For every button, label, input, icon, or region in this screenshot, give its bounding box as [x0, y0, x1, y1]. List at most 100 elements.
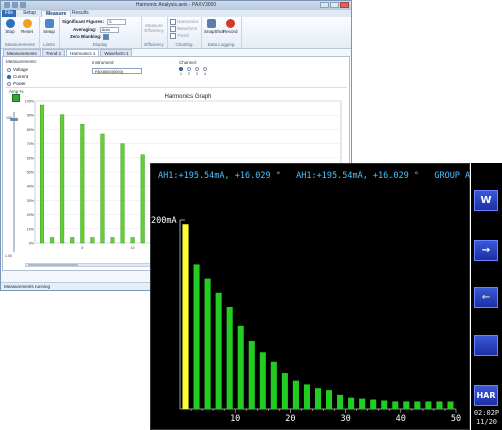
graph-y-tick-label: 10%	[27, 227, 35, 231]
reset-button[interactable]: Reset	[20, 19, 34, 34]
window-title: Harmonic Analysis.aeix - PAXV3000	[135, 2, 217, 8]
scope-x-tick-label: 10	[230, 414, 240, 424]
menu-setup[interactable]: Setup	[19, 10, 40, 17]
minimize-button[interactable]	[320, 2, 329, 8]
clock-date: 11/20	[475, 418, 498, 426]
instrument-softkeys: W → ← HAR 02:02P 11/20	[471, 163, 502, 430]
clock-time: 02:02P	[473, 409, 500, 417]
scope-harmonic-bar	[270, 361, 277, 409]
scope-harmonic-bar	[303, 384, 310, 409]
graph-y-tick-label: 0%	[29, 242, 35, 246]
softkey-har[interactable]: HAR	[474, 385, 498, 406]
harmonics-chart-button[interactable]: Harmonics	[170, 19, 199, 25]
limits-setup-icon	[44, 19, 54, 28]
graph-bar	[110, 237, 115, 244]
graph-y-tick-label: 100%	[25, 100, 35, 104]
softkey-w[interactable]: W	[474, 190, 498, 211]
scope-harmonic-bar	[292, 380, 299, 409]
group-label-data-logging: Data Logging	[207, 42, 235, 47]
softkey-previous[interactable]: ←	[474, 287, 498, 308]
scope-harmonic-bar	[226, 306, 233, 409]
stop-icon	[5, 19, 15, 28]
scrollbar-thumb[interactable]	[28, 264, 78, 266]
maximize-button[interactable]	[330, 2, 339, 8]
panel-divider	[5, 87, 347, 88]
graph-y-tick-label: 60%	[27, 156, 35, 160]
trend-icon	[170, 33, 176, 39]
trend-chart-button[interactable]: Trend	[170, 33, 189, 39]
channel-2-label: 2	[188, 72, 190, 76]
scope-harmonic-bar	[204, 278, 211, 409]
harmonics-icon	[170, 19, 176, 25]
graph-y-tick-label: 70%	[27, 142, 35, 146]
close-button[interactable]	[340, 2, 349, 8]
amp-scale-slider[interactable]	[13, 112, 15, 252]
channel-4-radio[interactable]	[203, 67, 207, 71]
channel-label: Channel:	[179, 60, 198, 65]
snapshot-button[interactable]: SnapShot	[204, 19, 224, 34]
instrument-screen: AH1:+195.54mA, +16.029 ° AH1:+195.54mA, …	[150, 163, 491, 430]
amp-scale-slider-thumb[interactable]	[10, 118, 18, 121]
menu-results[interactable]: Results	[68, 10, 93, 17]
scope-harmonic-bar	[348, 397, 355, 409]
sig-figures-field[interactable]: Significant Figures: 5	[62, 19, 127, 25]
scope-y-dot	[179, 257, 181, 259]
scope-y-label: 200mA	[151, 216, 177, 226]
window-controls	[320, 2, 349, 8]
graph-bar	[70, 237, 75, 244]
scope-y-dot	[179, 313, 181, 316]
scope-x-tick-label: 30	[340, 414, 350, 424]
scope-harmonic-bar	[193, 264, 200, 409]
averaging-select[interactable]: Auto	[99, 27, 119, 33]
measurements-label: Measurements:	[6, 59, 38, 64]
scope-harmonic-bar	[314, 388, 322, 409]
amp-color-swatch[interactable]	[12, 94, 20, 102]
scope-harmonic-bar	[237, 325, 244, 409]
zero-blanking-checkbox[interactable]	[102, 34, 109, 40]
radio-voltage[interactable]: Voltage	[7, 67, 28, 72]
record-button[interactable]: Record	[223, 19, 238, 34]
group-label-limits: Limits	[43, 42, 55, 47]
softkey-next[interactable]: →	[474, 240, 498, 261]
reset-icon	[22, 19, 32, 28]
channel-1-radio[interactable]	[179, 67, 183, 71]
zero-blanking-field[interactable]: Zero Blanking:	[70, 34, 110, 40]
graph-bar	[120, 143, 125, 244]
group-label-charting: Charting	[175, 42, 193, 47]
scope-harmonic-bar	[281, 373, 288, 409]
radio-current-dot	[7, 74, 11, 79]
measure-efficiency-button[interactable]: Measure Efficiency	[144, 23, 164, 33]
channel-3-radio[interactable]	[195, 67, 199, 71]
instrument-select[interactable]: PAX8000(0000)	[92, 68, 142, 74]
document-tabs: Measurements Trend 1 Harmonics 1 Wavefor…	[3, 49, 133, 57]
setup-button[interactable]: Setup	[42, 19, 56, 34]
scope-harmonic-bar	[436, 401, 443, 409]
scope-harmonic-bar	[326, 390, 333, 409]
slider-bottom-label: 1.00	[5, 254, 12, 258]
stop-button[interactable]: Stop	[3, 19, 17, 34]
averaging-field[interactable]: Averaging: Auto	[73, 27, 119, 33]
graph-horizontal-scrollbar[interactable]	[25, 263, 155, 267]
group-charting: Harmonics Waveform Trend Charting	[167, 17, 202, 48]
scope-y-dot	[179, 276, 181, 278]
scope-harmonic-bar	[414, 401, 421, 409]
scope-y-dot	[179, 351, 181, 353]
menu-file[interactable]: File	[2, 10, 16, 17]
waveform-chart-button[interactable]: Waveform	[170, 26, 197, 32]
sig-figures-select[interactable]: 5	[107, 19, 127, 25]
softkey-blank[interactable]	[474, 335, 498, 356]
graph-bar	[80, 124, 85, 244]
channel-2-radio[interactable]	[187, 67, 191, 71]
radio-power-dot	[7, 81, 11, 86]
title-bar: Harmonic Analysis.aeix - PAXV3000	[1, 1, 351, 10]
group-limits: Setup Limits	[39, 17, 60, 48]
graph-y-tick-label: 50%	[27, 171, 35, 175]
scope-harmonic-bar	[403, 401, 410, 409]
graph-bar	[40, 104, 45, 244]
radio-current[interactable]: Current	[7, 74, 28, 79]
graph-bar	[90, 237, 95, 244]
radio-power[interactable]: Power	[7, 81, 26, 86]
scope-x-tick-label: 50	[451, 414, 461, 424]
channel-4-label: 4	[204, 72, 206, 76]
group-label-display: Display	[92, 42, 108, 47]
